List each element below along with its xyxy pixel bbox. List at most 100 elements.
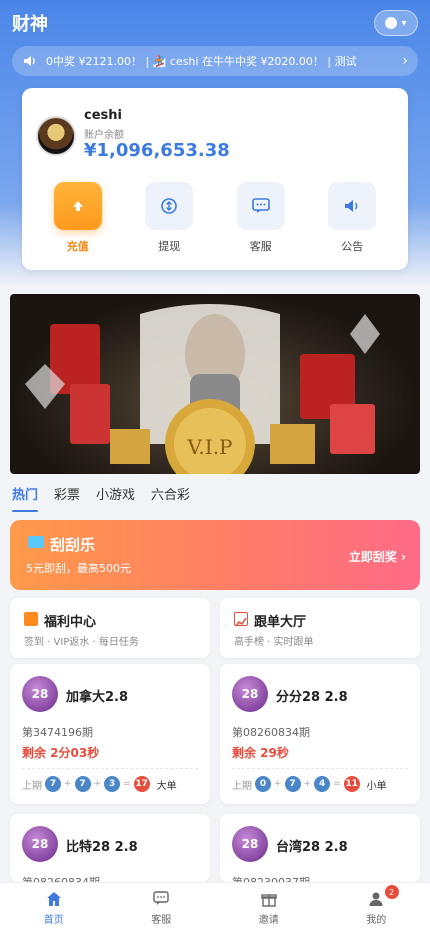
last-draw-label: 上期 <box>232 780 252 792</box>
nav-support[interactable]: 客服 <box>108 883 216 932</box>
nav-label: 邀请 <box>258 914 279 926</box>
scratch-now-button[interactable]: 立即刮奖 › <box>349 548 406 565</box>
feature-title: 福利中心 <box>44 615 97 630</box>
ticket-icon <box>28 536 44 548</box>
chevron-down-icon: ▾ <box>401 17 407 29</box>
support-label: 客服 <box>249 240 272 253</box>
feature-subtitle: 高手榜 · 实时跟单 <box>234 637 314 648</box>
tab-hot[interactable]: 热门 <box>12 484 39 512</box>
game-name: 加拿大2.8 <box>66 690 129 705</box>
gift-icon <box>24 612 38 626</box>
game-card-taiwan28[interactable]: 28 台湾28 2.8 第08230037期 <box>220 814 420 882</box>
tab-lottery[interactable]: 彩票 <box>54 484 80 512</box>
deposit-label: 充值 <box>66 240 89 253</box>
tab-mark-six[interactable]: 六合彩 <box>151 484 190 512</box>
result-ball: 0 <box>255 776 271 792</box>
game-logo: 28 <box>232 826 268 862</box>
nav-label: 客服 <box>151 914 172 926</box>
announcement-button[interactable]: 公告 <box>317 182 387 254</box>
tab-mini-games[interactable]: 小游戏 <box>96 484 135 512</box>
top-bar: 财神 ▾ <box>0 0 430 46</box>
plus-sign: + <box>64 779 72 789</box>
draw-result: 大单 <box>156 780 177 792</box>
announcement-marquee[interactable]: 0中奖 ¥2121.00！ | 🏂 ceshi 在牛牛中奖 ¥2020.00！ … <box>12 46 418 76</box>
nav-label: 首页 <box>43 914 64 926</box>
game-period: 第3474196期 <box>22 726 93 739</box>
bottom-navigation: 首页 客服 邀请 我的 2 <box>0 882 430 932</box>
chat-icon <box>236 182 285 230</box>
home-icon <box>45 890 63 908</box>
account-card: ceshi 账户余额 ¥1,096,653.38 充值 提现 客服 公告 <box>22 88 408 270</box>
game-period: 第08260834期 <box>22 874 100 882</box>
last-draw-label: 上期 <box>22 780 42 792</box>
language-button[interactable]: ▾ <box>374 10 418 36</box>
avatar[interactable] <box>36 116 76 156</box>
user-icon <box>367 890 385 908</box>
chat-icon <box>152 890 170 908</box>
game-name: 分分28 2.8 <box>276 690 348 705</box>
speaker-icon <box>22 55 38 67</box>
game-logo: 28 <box>22 676 58 712</box>
feature-title: 跟单大厅 <box>254 615 307 630</box>
result-ball: 7 <box>284 776 301 792</box>
equals-sign: = <box>123 779 131 789</box>
deposit-button[interactable]: 充值 <box>43 182 113 254</box>
support-button[interactable]: 客服 <box>226 182 296 254</box>
game-period: 第08260834期 <box>232 726 310 739</box>
announcement-icon <box>328 182 377 230</box>
nav-invite[interactable]: 邀请 <box>215 883 323 932</box>
scratch-subtitle: 5元即刮，最高500元 <box>26 562 131 575</box>
copy-trading-card[interactable]: 跟单大厅 高手榜 · 实时跟单 <box>220 598 420 658</box>
account-actions: 充值 提现 客服 公告 <box>32 182 398 254</box>
withdraw-icon <box>145 182 194 230</box>
feature-subtitle: 签到 · VIP返水 · 每日任务 <box>24 637 139 648</box>
welfare-center-card[interactable]: 福利中心 签到 · VIP返水 · 每日任务 <box>10 598 210 658</box>
game-card-canada28[interactable]: 28 加拿大2.8 第3474196期 剩余 2分03秒 上期 7 + 7 + … <box>10 664 210 804</box>
nav-home[interactable]: 首页 <box>0 883 108 932</box>
game-name: 比特28 2.8 <box>66 840 138 855</box>
last-draw: 上期 0 + 7 + 4 = 11 小单 <box>232 776 387 792</box>
marquee-text: 0中奖 ¥2121.00！ | 🏂 ceshi 在牛牛中奖 ¥2020.00！ … <box>46 55 357 68</box>
app-title: 财神 <box>12 14 48 35</box>
username: ceshi <box>84 108 122 123</box>
game-period: 第08230037期 <box>232 874 310 882</box>
upload-arrow-icon <box>53 182 102 230</box>
withdraw-button[interactable]: 提现 <box>134 182 204 254</box>
result-ball: 3 <box>104 776 121 792</box>
nav-profile[interactable]: 我的 2 <box>323 883 430 932</box>
svg-text:V.I.P: V.I.P <box>186 435 232 459</box>
gift-icon <box>260 890 278 908</box>
category-tabs: 热门 彩票 小游戏 六合彩 <box>12 484 418 512</box>
draw-result: 小单 <box>366 780 387 792</box>
game-name: 台湾28 2.8 <box>276 840 348 855</box>
banner-artwork: V.I.P <box>25 304 380 474</box>
divider <box>232 768 408 769</box>
result-ball: 7 <box>45 776 61 792</box>
promo-banner[interactable]: V.I.P <box>10 294 420 474</box>
result-ball: 4 <box>314 776 331 792</box>
notification-badge: 2 <box>384 885 399 899</box>
withdraw-label: 提现 <box>158 240 181 253</box>
balance-value: ¥1,096,653.38 <box>84 140 230 161</box>
divider <box>22 768 198 769</box>
sum-ball: 17 <box>133 776 150 792</box>
plus-sign: + <box>303 779 312 789</box>
result-ball: 7 <box>74 776 91 792</box>
sum-ball: 11 <box>343 776 360 792</box>
nav-label: 我的 <box>366 914 387 926</box>
game-card-fenfen28[interactable]: 28 分分28 2.8 第08260834期 剩余 29秒 上期 0 + 7 +… <box>220 664 420 804</box>
globe-icon <box>385 17 398 29</box>
plus-sign: + <box>93 779 102 789</box>
game-logo: 28 <box>22 826 58 862</box>
chevron-right-icon: › <box>402 53 408 69</box>
game-logo: 28 <box>232 676 268 712</box>
game-countdown: 剩余 2分03秒 <box>22 746 100 760</box>
last-draw: 上期 7 + 7 + 3 = 17 大单 <box>22 776 177 792</box>
balance-label: 账户余额 <box>84 130 124 141</box>
scratch-title: 刮刮乐 <box>50 536 96 554</box>
equals-sign: = <box>333 779 341 789</box>
scratch-card-banner[interactable]: 刮刮乐 5元即刮，最高500元 立即刮奖 › <box>10 520 420 590</box>
chart-icon <box>234 612 248 627</box>
game-countdown: 剩余 29秒 <box>232 746 289 760</box>
game-card-bitcoin28[interactable]: 28 比特28 2.8 第08260834期 <box>10 814 210 882</box>
